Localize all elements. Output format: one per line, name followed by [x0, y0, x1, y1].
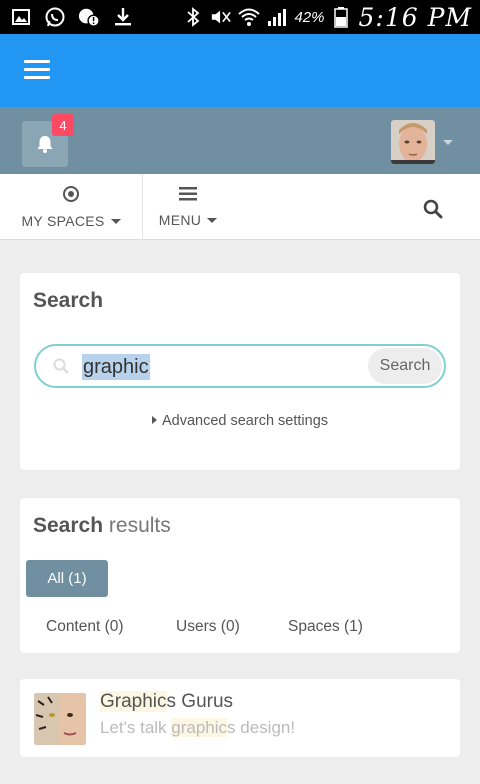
space-image[interactable]: [34, 693, 86, 745]
bluetooth-icon: [182, 6, 204, 28]
clock: 5:16 PM: [358, 2, 472, 32]
nav-bar: MY SPACES MENU: [0, 174, 480, 240]
app-top-bar: [0, 34, 480, 107]
search-icon: [53, 358, 69, 374]
chevron-down-icon[interactable]: [443, 140, 453, 145]
search-input[interactable]: graphic: [82, 354, 150, 380]
notification-count-badge: 4: [52, 114, 74, 136]
chevron-down-icon: [110, 218, 121, 224]
tab-all[interactable]: All (1): [26, 560, 108, 597]
desc-post: s design!: [227, 718, 296, 737]
menu-label: MENU: [158, 212, 202, 228]
battery-icon: [330, 6, 352, 28]
space-description: Let's talk graphics design!: [100, 718, 295, 738]
search-submit-button[interactable]: Search: [368, 348, 442, 384]
title-rest: s Gurus: [166, 691, 234, 712]
user-avatar[interactable]: [391, 120, 435, 164]
menu-button[interactable]: MENU: [143, 174, 233, 240]
search-results-panel: Search results All (1) Content (0) Users…: [20, 498, 460, 653]
results-title: Search results: [33, 514, 171, 538]
wifi-icon: [238, 6, 261, 28]
desc-match: graphic: [171, 718, 228, 737]
my-spaces-button[interactable]: MY SPACES: [0, 174, 143, 240]
tab-users[interactable]: Users (0): [176, 618, 240, 636]
results-title-bold: Search: [33, 514, 104, 537]
whatsapp-icon: [44, 6, 66, 28]
bell-icon: [37, 136, 53, 153]
caret-right-icon: [151, 416, 157, 424]
advanced-search-label: Advanced search settings: [161, 413, 329, 429]
search-panel-title: Search: [33, 289, 104, 312]
desc-pre: Let's talk: [100, 718, 172, 737]
signal-icon: [266, 6, 288, 28]
target-icon: [63, 186, 79, 202]
face-alert-icon: [78, 6, 100, 28]
status-bar: 42% 5:16 PM: [0, 0, 480, 34]
mute-icon: [210, 6, 232, 28]
tab-content[interactable]: Content (0): [46, 618, 124, 636]
search-panel: Search graphic Search Advanced search se…: [20, 273, 460, 470]
title-match: Graphic: [100, 691, 167, 712]
space-title[interactable]: Graphics Gurus: [100, 691, 233, 713]
battery-percent: 42%: [294, 8, 325, 26]
list-icon: [179, 187, 197, 201]
tab-spaces[interactable]: Spaces (1): [288, 618, 363, 636]
chevron-down-icon: [207, 217, 218, 223]
list-item[interactable]: Graphics Gurus Let's talk graphics desig…: [20, 679, 460, 757]
results-title-light: results: [108, 514, 171, 537]
download-icon: [112, 6, 134, 28]
search-icon[interactable]: [420, 196, 446, 222]
search-box: graphic Search: [34, 344, 446, 388]
my-spaces-label: MY SPACES: [21, 213, 105, 229]
hamburger-icon[interactable]: [24, 60, 50, 82]
gallery-icon: [10, 6, 32, 28]
advanced-search-toggle[interactable]: Advanced search settings: [20, 413, 460, 429]
